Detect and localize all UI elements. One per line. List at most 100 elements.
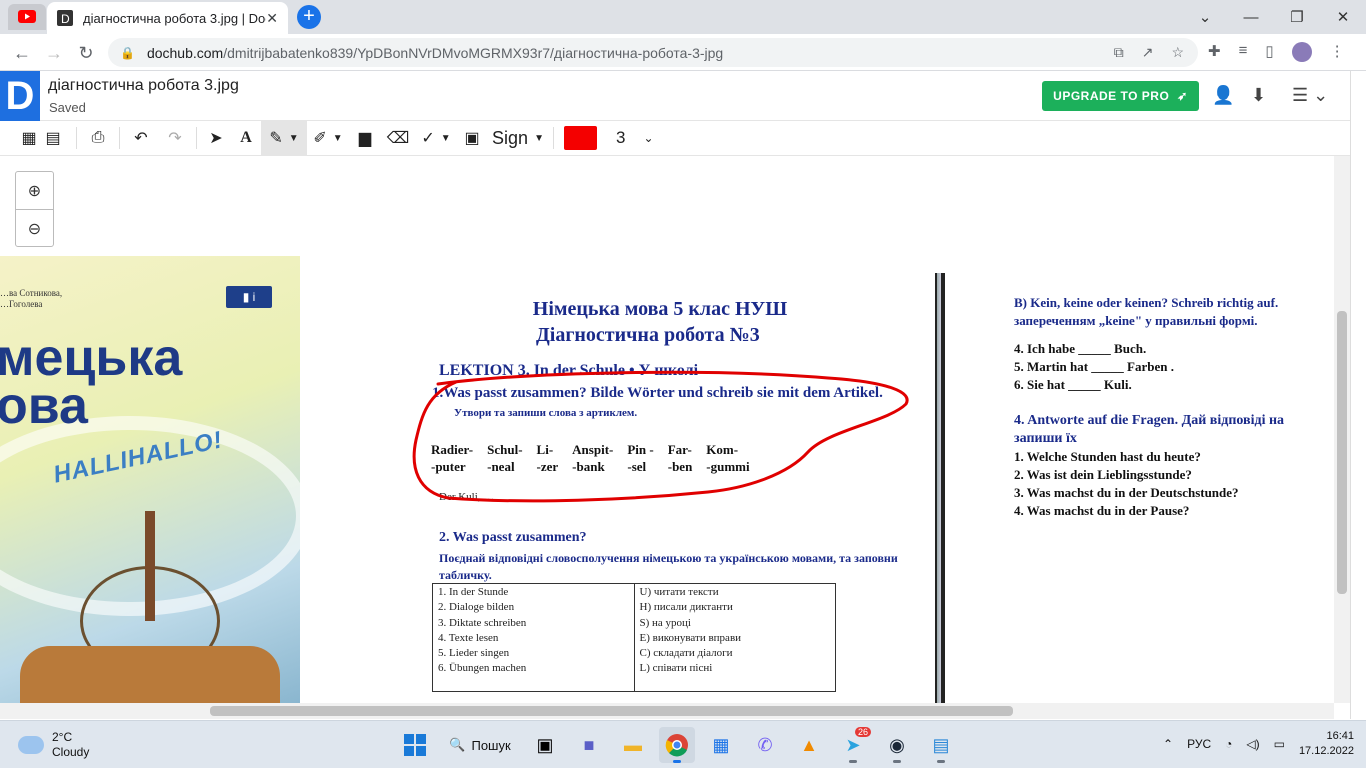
pen-icon: ✎ (269, 130, 283, 147)
side-panel-icon[interactable]: ▯ (1265, 42, 1273, 62)
undo-icon[interactable]: ↶ (124, 121, 158, 156)
steam-icon[interactable]: ◉ (879, 727, 915, 763)
checkmark-tool[interactable]: ✓ ▼ (415, 121, 457, 156)
red-pen-annotation[interactable] (408, 370, 913, 510)
windows-taskbar: 2°C Cloudy 🔍 Пошук ▣ ■ ▬ ▦ ✆ ▲ ➤ 26 ◉ ▤ ⌃ Р… (0, 720, 1366, 768)
clock-time: 16:41 (1326, 730, 1354, 742)
clock-date: 17.12.2022 (1298, 745, 1354, 757)
telegram-icon[interactable]: ➤ 26 (835, 727, 871, 763)
color-picker[interactable] (558, 121, 602, 156)
zoom-in-icon[interactable]: ⊕ (16, 172, 53, 210)
comment-icon[interactable]: ▆ (349, 121, 381, 156)
address-bar-row: ← → ↻ 🔒 dochub.com/dmitrijbabatenko839/Y… (0, 34, 1366, 71)
url-field[interactable]: 🔒 dochub.com/dmitrijbabatenko839/YpDBonN… (108, 38, 1198, 67)
add-user-icon[interactable]: 👤 (1212, 85, 1234, 106)
chevron-down-icon: ▼ (332, 132, 343, 144)
bookmark-star-icon[interactable]: ☆ (1171, 44, 1184, 61)
list-item: 2. Was ist dein Lieblingsstunde? (1014, 467, 1192, 482)
close-window-button[interactable]: ✕ (1320, 0, 1366, 34)
browser-tabstrip: D діагностична робота 3.jpg | Doc ✕ + ⌄ … (0, 0, 1366, 34)
url-path: /dmitrijbabatenko839/YpDBonNVrDMvoMGRMX9… (223, 44, 724, 61)
tab-search-icon[interactable]: ⌄ (1182, 0, 1228, 34)
zoom-out-icon[interactable]: ⊖ (16, 210, 53, 248)
system-tray: ⌃ РУС ◔ ◁) ▭ 16:41 17.12.2022 (1163, 729, 1366, 759)
wifi-icon[interactable]: ◔ (1225, 737, 1232, 751)
save-status: Saved (49, 100, 86, 115)
redo-icon[interactable]: ↷ (158, 121, 192, 156)
task-4: 4. Antworte auf die Fragen. Дай відповід… (1014, 412, 1334, 520)
sign-dropdown[interactable]: Sign ▼ (487, 121, 549, 156)
menu-icon[interactable]: ☰ ⌄ (1292, 85, 1328, 106)
page-scrollbar[interactable] (1350, 71, 1366, 719)
youtube-tab[interactable] (8, 4, 46, 30)
taskbar-search[interactable]: 🔍 Пошук (441, 727, 519, 763)
chrome-icon[interactable] (659, 727, 695, 763)
reload-button[interactable]: ↻ (73, 40, 99, 66)
table-cell-left: 1. In der Stunde 2. Dialoge bilden 3. Dikt… (432, 583, 635, 692)
battery-icon[interactable]: ▭ (1274, 737, 1285, 751)
file-explorer-icon[interactable]: ▬ (615, 727, 651, 763)
back-button[interactable]: ← (9, 40, 35, 66)
eraser-icon[interactable]: ⌫ (381, 121, 415, 156)
task-4-title: 4. Antworte auf die Fragen. Дай відповід… (1014, 413, 1285, 446)
stroke-size-select[interactable]: 3 ⌄ (602, 121, 662, 156)
active-tab[interactable]: D діагностична робота 3.jpg | Doc ✕ (47, 2, 288, 34)
task-b: B) Kein, keine oder keinen? Schreib rich… (1014, 294, 1334, 330)
maximize-button[interactable]: ❐ (1274, 0, 1320, 34)
weather-temp: 2°C (52, 730, 73, 744)
media-icon[interactable]: ≡ (1239, 42, 1248, 62)
cover-authors: …ва Сотникова, …Гоголева (0, 288, 63, 309)
cover-title: мецька ова (0, 329, 183, 435)
svg-text:D: D (61, 12, 70, 26)
new-tab-button[interactable]: + (297, 5, 321, 29)
upgrade-button[interactable]: UPGRADE TO PRO ➶ (1042, 81, 1199, 111)
vlc-icon[interactable]: ▲ (791, 727, 827, 763)
editor-toolbar: ▦ ▤ ⎙ ↶ ↷ ➤ A ✎ ▼ ✐ ▼ ▆ ⌫ ✓ ▼ ▣ Sign ▼ 3 ⌄ (0, 120, 1350, 156)
start-button[interactable] (397, 727, 433, 763)
task-view-icon[interactable]: ▣ (527, 727, 563, 763)
vertical-scrollbar[interactable] (1334, 156, 1350, 703)
draw-pen-tool[interactable]: ✎ ▼ (261, 120, 307, 156)
windows-icon (404, 734, 426, 756)
download-icon[interactable]: ⬇ (1251, 85, 1266, 106)
list-item: 1. Welche Stunden hast du heute? (1014, 449, 1201, 464)
highlighter-tool[interactable]: ✐ ▼ (307, 121, 349, 156)
right-column: B) Kein, keine oder keinen? Schreib rich… (1014, 294, 1334, 520)
minimize-button[interactable]: — (1228, 0, 1274, 34)
close-tab-icon[interactable]: ✕ (266, 10, 278, 27)
translate-icon[interactable]: ⧉ (1114, 44, 1124, 61)
horizontal-scrollbar[interactable] (0, 703, 1334, 719)
volume-icon[interactable]: ◁) (1246, 737, 1259, 751)
image-icon[interactable]: ▣ (457, 121, 487, 156)
teams-icon[interactable]: ■ (571, 727, 607, 763)
extensions-icon[interactable]: ✚ (1208, 42, 1221, 62)
select-cursor-icon[interactable]: ➤ (201, 121, 231, 156)
share-icon[interactable]: ↗ (1142, 44, 1154, 61)
notepad-icon[interactable]: ▤ (923, 727, 959, 763)
rocket-icon: ➶ (1177, 89, 1188, 103)
highlighter-icon: ✐ (313, 130, 327, 147)
pages-list-icon[interactable]: ▤ (40, 121, 66, 156)
document-title[interactable]: діагностична робота 3.jpg (48, 77, 239, 95)
checkmark-icon: ✓ (421, 130, 435, 147)
dochub-logo[interactable]: D (0, 71, 40, 121)
chevron-down-icon: ▼ (440, 132, 451, 144)
chevron-up-icon[interactable]: ⌃ (1163, 737, 1173, 751)
forward-button[interactable]: → (41, 40, 67, 66)
text-tool-icon[interactable]: A (231, 121, 261, 156)
matching-table: 1. In der Stunde 2. Dialoge bilden 3. Dikt… (432, 583, 836, 692)
task-2-instructions: Поєднай відповідні словосполучення німец… (439, 551, 898, 582)
print-icon[interactable]: ⎙ (81, 121, 115, 156)
profile-avatar[interactable] (1291, 42, 1312, 62)
chrome-menu-icon[interactable]: ⋮ (1330, 42, 1345, 62)
store-icon[interactable]: ▦ (703, 727, 739, 763)
weather-widget[interactable]: 2°C Cloudy (18, 730, 89, 760)
upgrade-label: UPGRADE TO PRO (1053, 89, 1170, 103)
clock[interactable]: 16:41 17.12.2022 (1299, 729, 1354, 759)
viber-icon[interactable]: ✆ (747, 727, 783, 763)
weather-condition: Cloudy (52, 745, 90, 759)
document-canvas[interactable]: …ва Сотникова, …Гоголева ▮ i мецька ова … (0, 156, 1334, 703)
language-indicator[interactable]: РУС (1187, 737, 1211, 751)
horizontal-scroll-thumb[interactable] (210, 706, 1013, 716)
vertical-scroll-thumb[interactable] (1337, 311, 1347, 594)
